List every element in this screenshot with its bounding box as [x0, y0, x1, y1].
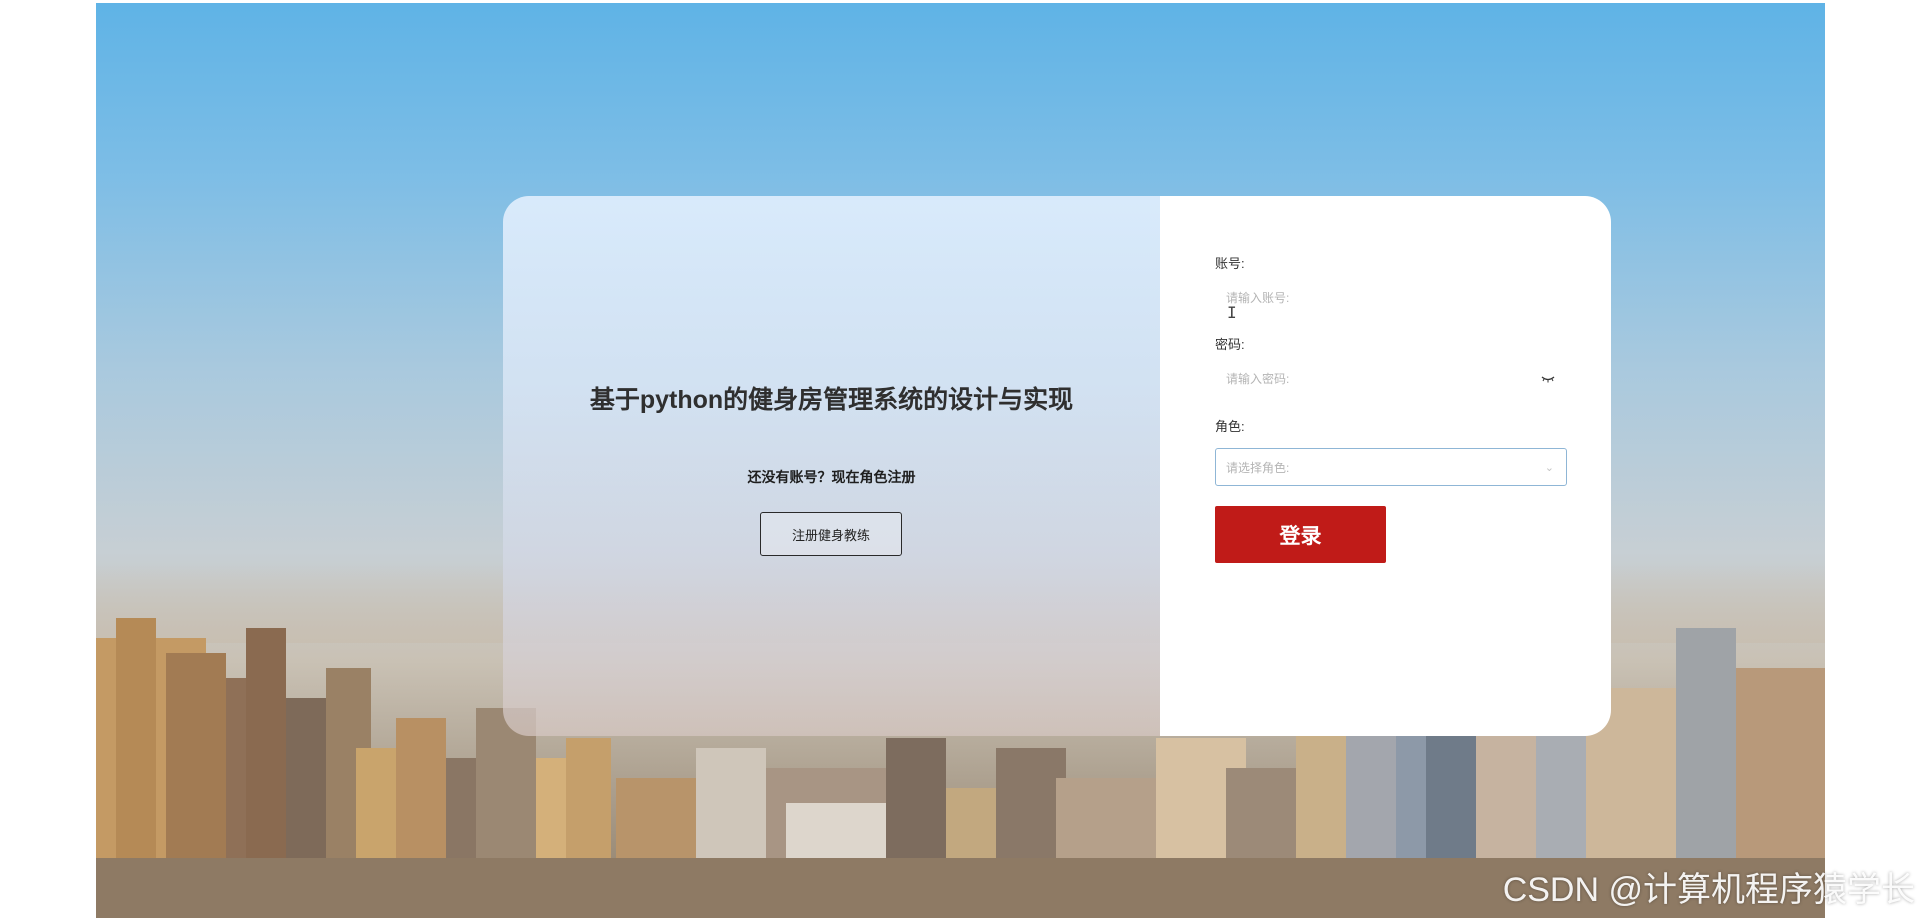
role-select[interactable]: 请选择角色: ⌄ [1215, 448, 1567, 486]
card-left-panel: 基于python的健身房管理系统的设计与实现 还没有账号？现在角色注册 注册健身… [503, 196, 1160, 736]
login-button[interactable]: 登录 [1215, 506, 1386, 563]
account-input[interactable]: 请输入账号: [1215, 278, 1567, 316]
role-label: 角色: [1215, 419, 1245, 434]
register-prompt: 还没有账号？现在角色注册 [747, 469, 916, 485]
register-coach-button[interactable]: 注册健身教练 [760, 512, 902, 556]
text-cursor-icon: I [1227, 303, 1237, 322]
password-input[interactable]: 请输入密码: [1215, 359, 1567, 397]
login-form: 账号: 请输入账号: 密码: 请输入密码: 角色: 请选择角色: ⌄ 登录 [1160, 196, 1611, 736]
chevron-down-icon: ⌄ [1544, 462, 1554, 474]
csdn-watermark: CSDN @计算机程序猿学长 [1502, 871, 1915, 909]
role-placeholder: 请选择角色: [1226, 460, 1290, 475]
system-title: 基于python的健身房管理系统的设计与实现 [589, 386, 1074, 414]
password-label: 密码: [1215, 337, 1245, 352]
password-placeholder: 请输入密码: [1226, 371, 1290, 386]
background-cityscape: 基于python的健身房管理系统的设计与实现 还没有账号？现在角色注册 注册健身… [96, 3, 1825, 918]
eye-closed-icon[interactable] [1541, 374, 1555, 384]
account-label: 账号: [1215, 256, 1245, 271]
login-card: 基于python的健身房管理系统的设计与实现 还没有账号？现在角色注册 注册健身… [503, 196, 1611, 736]
